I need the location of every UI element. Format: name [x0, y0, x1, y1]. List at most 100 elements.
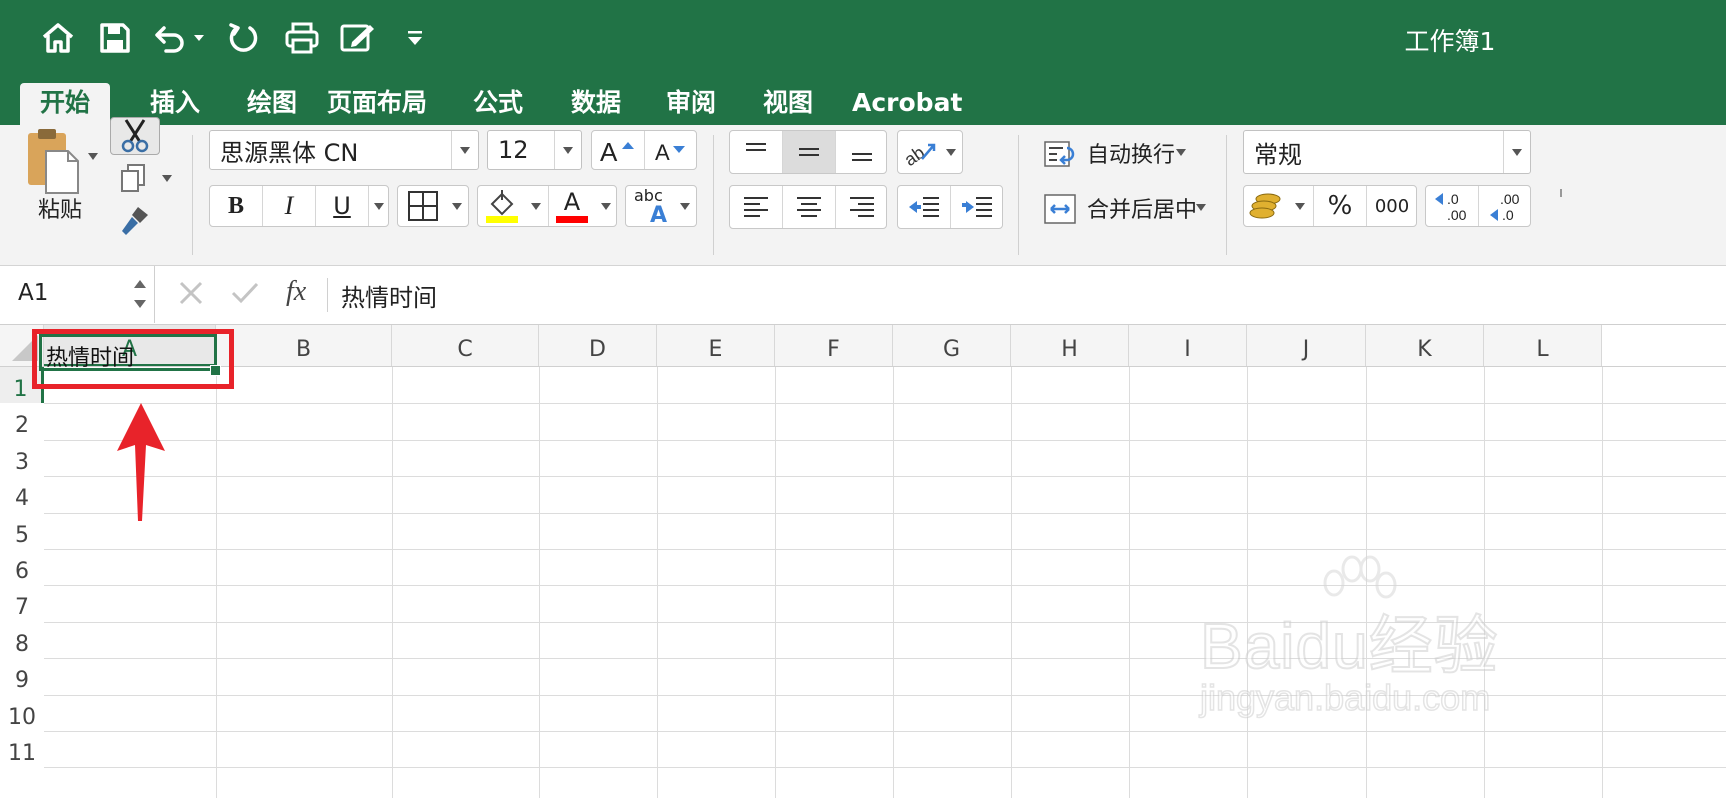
- font-size-combo[interactable]: 12: [487, 130, 582, 170]
- column-header-k[interactable]: K: [1366, 325, 1484, 367]
- merge-center-button[interactable]: 合并后居中: [1043, 190, 1213, 226]
- row-gridline: [44, 585, 1726, 587]
- font-name-combo[interactable]: 思源黑体 CN: [209, 130, 479, 170]
- fill-color-dropdown[interactable]: [526, 186, 546, 226]
- wrap-text-button[interactable]: 自动换行: [1043, 135, 1193, 171]
- tab-home[interactable]: 开始: [20, 83, 110, 125]
- row-header-2[interactable]: 2: [0, 403, 44, 439]
- increase-font-size-button[interactable]: A: [592, 131, 644, 169]
- align-middle-button[interactable]: [783, 131, 835, 173]
- italic-button[interactable]: I: [263, 186, 315, 226]
- row-header-10[interactable]: 10: [0, 695, 44, 731]
- print-icon[interactable]: [282, 18, 322, 58]
- cancel-entry-icon[interactable]: [178, 280, 208, 310]
- cut-button[interactable]: [110, 117, 160, 155]
- home-icon[interactable]: [38, 18, 78, 58]
- customize-icon[interactable]: [395, 18, 435, 58]
- row-gridline: [44, 512, 1726, 514]
- column-gridline: [657, 367, 658, 798]
- column-header-g[interactable]: G: [893, 325, 1011, 367]
- tab-review[interactable]: 审阅: [651, 83, 731, 125]
- number-format-combo[interactable]: 常规: [1243, 130, 1531, 174]
- accounting-format-button[interactable]: [1244, 186, 1288, 226]
- increase-indent-button[interactable]: [951, 186, 1003, 228]
- svg-text:.00: .00: [1500, 191, 1520, 207]
- align-top-icon: [746, 143, 766, 151]
- bold-button[interactable]: B: [210, 186, 262, 226]
- formula-input[interactable]: 热情时间: [341, 278, 437, 313]
- formula-bar: A1 fx 热情时间: [0, 266, 1726, 325]
- save-icon[interactable]: [95, 18, 135, 58]
- tab-formulas[interactable]: 公式: [458, 83, 538, 125]
- underline-dropdown[interactable]: [369, 186, 389, 226]
- column-gridline: [893, 367, 894, 798]
- column-header-e[interactable]: E: [657, 325, 775, 367]
- name-box-value: A1: [18, 280, 49, 306]
- row-header-4[interactable]: 4: [0, 476, 44, 512]
- phonetic-button[interactable]: abc A: [625, 185, 697, 228]
- decrease-decimal-button[interactable]: .00.0: [1479, 186, 1531, 226]
- column-header-l[interactable]: L: [1484, 325, 1602, 367]
- column-header-c[interactable]: C: [392, 325, 539, 367]
- column-header-i[interactable]: I: [1129, 325, 1247, 367]
- row-header-8[interactable]: 8: [0, 622, 44, 658]
- increase-decimal-button[interactable]: .0.00: [1426, 186, 1478, 226]
- insert-function-button[interactable]: fx: [286, 276, 306, 308]
- worksheet-grid[interactable]: ABCDEFGHIJKL 1 2 3 4 5 6 7 8 9 10 11 热情时间 Baidu经验 …: [0, 325, 1726, 798]
- paste-dropdown-icon[interactable]: [88, 153, 98, 160]
- indent-group: [897, 185, 1003, 229]
- confirm-entry-icon[interactable]: [230, 280, 262, 310]
- highlight-box: [32, 329, 234, 389]
- paste-button[interactable]: [22, 125, 102, 200]
- column-header-h[interactable]: H: [1011, 325, 1129, 367]
- undo-icon[interactable]: [152, 18, 208, 58]
- row-header-6[interactable]: 6: [0, 549, 44, 585]
- orientation-button[interactable]: ab: [897, 130, 963, 174]
- font-color-button[interactable]: A: [549, 186, 595, 226]
- borders-button[interactable]: [397, 185, 469, 227]
- name-box[interactable]: A1: [0, 266, 155, 323]
- row-header-7[interactable]: 7: [0, 585, 44, 621]
- borders-icon: [408, 191, 438, 221]
- row-header-5[interactable]: 5: [0, 513, 44, 549]
- tab-page-layout[interactable]: 页面布局: [322, 83, 432, 125]
- align-right-button[interactable]: [836, 186, 888, 228]
- watermark-brand: Baidu经验: [1199, 609, 1499, 683]
- tab-acrobat[interactable]: Acrobat: [852, 83, 962, 125]
- tab-view[interactable]: 视图: [748, 83, 828, 125]
- tab-data[interactable]: 数据: [556, 83, 636, 125]
- align-bottom-button[interactable]: [836, 131, 888, 173]
- tab-draw[interactable]: 绘图: [227, 83, 317, 125]
- fill-color-button[interactable]: [478, 186, 526, 226]
- row-header-11[interactable]: 11: [0, 731, 44, 767]
- edit-icon[interactable]: [338, 18, 378, 58]
- column-header-f[interactable]: F: [775, 325, 893, 367]
- decrease-indent-button[interactable]: [898, 186, 950, 228]
- percent-style-button[interactable]: %: [1314, 186, 1366, 226]
- redo-icon[interactable]: [224, 18, 264, 58]
- font-color-swatch: [556, 215, 588, 223]
- row-header-9[interactable]: 9: [0, 658, 44, 694]
- font-color-dropdown[interactable]: [595, 186, 617, 226]
- format-painter-button[interactable]: [118, 203, 154, 237]
- number-style-group: % 000: [1243, 185, 1417, 227]
- row-gridline: [44, 549, 1726, 550]
- column-gridline: [539, 367, 540, 798]
- column-header-j[interactable]: J: [1247, 325, 1366, 367]
- decrease-indent-icon: [909, 197, 939, 217]
- format-painter-icon: [122, 207, 148, 235]
- comma-style-button[interactable]: 000: [1367, 186, 1417, 226]
- orientation-icon: ab: [904, 142, 936, 167]
- accounting-dropdown[interactable]: [1288, 186, 1312, 226]
- align-center-button[interactable]: [783, 186, 835, 228]
- align-top-button[interactable]: [730, 131, 782, 173]
- row-gridline: [44, 439, 1726, 441]
- underline-button[interactable]: U: [316, 186, 368, 226]
- decimal-group: .0.00 .00.0: [1425, 185, 1531, 227]
- decrease-font-size-button[interactable]: A: [645, 131, 697, 169]
- align-left-button[interactable]: [730, 186, 782, 228]
- column-header-d[interactable]: D: [539, 325, 657, 367]
- copy-button[interactable]: [120, 163, 172, 193]
- column-header-b[interactable]: B: [216, 325, 392, 367]
- row-header-3[interactable]: 3: [0, 440, 44, 476]
